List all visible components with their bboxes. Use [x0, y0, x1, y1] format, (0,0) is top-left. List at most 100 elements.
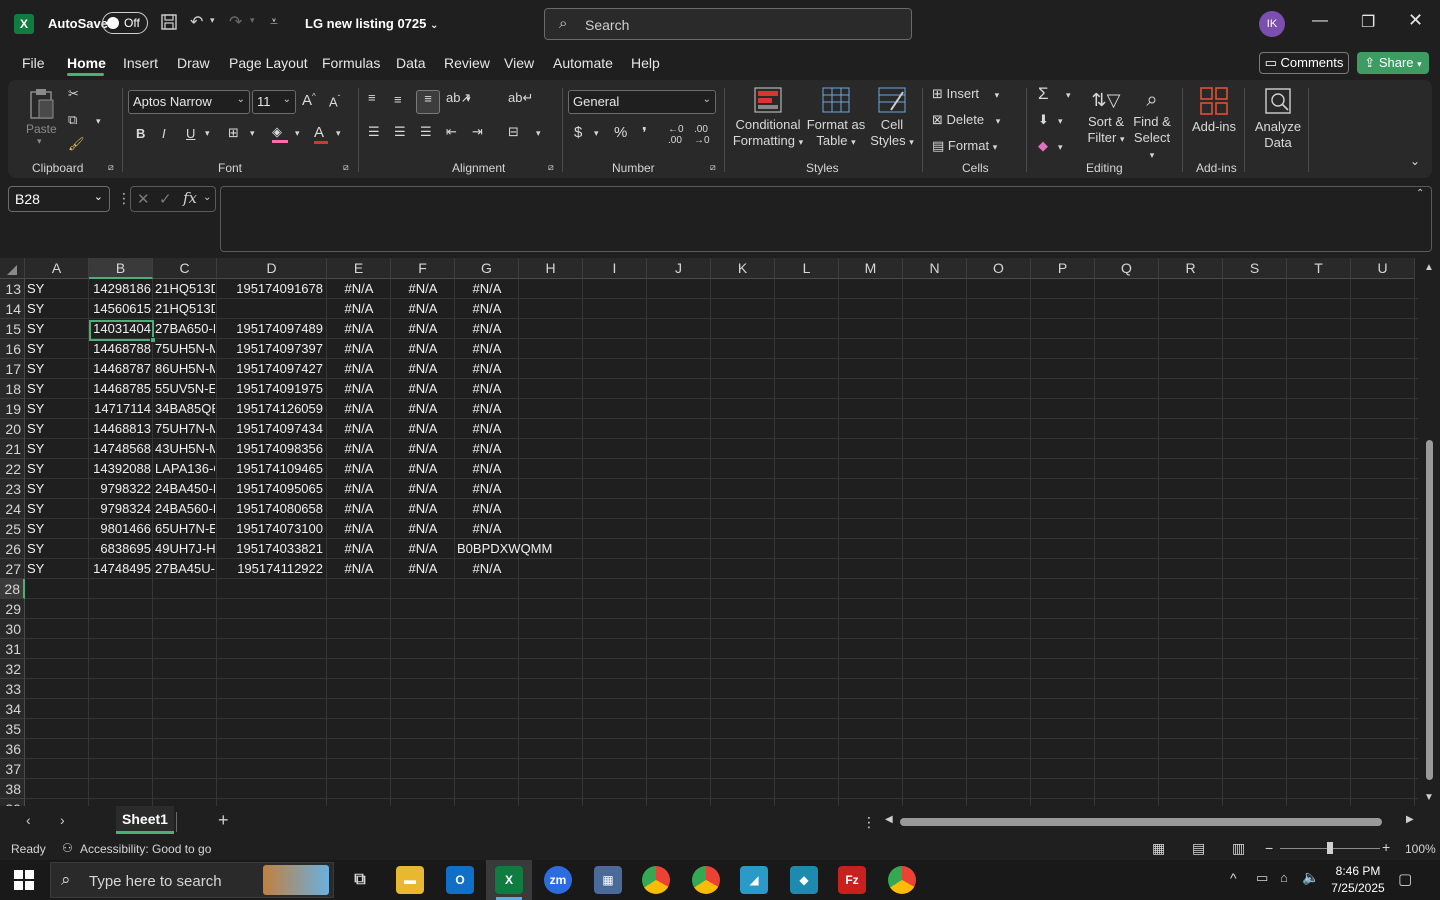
calculator-icon[interactable]: ▦ — [594, 866, 622, 894]
row-header[interactable]: 15 — [0, 319, 25, 339]
cell-c[interactable]: 65UH7N-E — [153, 519, 215, 539]
cancel-icon[interactable]: ✕ — [137, 190, 150, 208]
tab-view[interactable]: View — [504, 55, 534, 71]
cell-c[interactable]: 27BA45U-E — [153, 559, 215, 579]
cell-b[interactable]: 9801466 — [89, 519, 151, 539]
column-header[interactable]: M — [839, 258, 903, 279]
increase-font-icon[interactable]: A^ — [302, 92, 316, 109]
chevron-down-icon[interactable]: ▾ — [536, 128, 541, 139]
cell-c[interactable]: 34BA85QE — [153, 399, 215, 419]
cell-f[interactable]: #N/A — [391, 339, 453, 359]
cut-icon[interactable]: ✂ — [68, 86, 79, 102]
normal-view-icon[interactable]: ▦ — [1152, 840, 1165, 857]
cell-b[interactable]: 14468785 — [89, 379, 151, 399]
cell-f[interactable]: #N/A — [391, 319, 453, 339]
format-painter-icon[interactable]: 🖌 — [68, 136, 85, 152]
row-header[interactable]: 28 — [0, 579, 25, 599]
dialog-launcher-icon[interactable]: ⧄ — [108, 162, 114, 173]
windows-start-icon[interactable] — [14, 870, 34, 893]
tab-help[interactable]: Help — [631, 55, 660, 71]
cell-e[interactable]: #N/A — [327, 539, 389, 559]
decrease-indent-icon[interactable]: ⇤ — [446, 124, 457, 140]
column-header[interactable]: A — [25, 258, 89, 279]
cell-e[interactable]: #N/A — [327, 479, 389, 499]
column-header[interactable]: N — [903, 258, 967, 279]
row-header[interactable]: 18 — [0, 379, 25, 399]
cell-e[interactable]: #N/A — [327, 559, 389, 579]
cell-e[interactable]: #N/A — [327, 319, 389, 339]
redo-icon[interactable]: ↷ — [229, 12, 242, 32]
cell-e[interactable]: #N/A — [327, 279, 389, 299]
chrome-profile-icon[interactable] — [692, 866, 720, 894]
cell-f[interactable]: #N/A — [391, 279, 453, 299]
cell-g[interactable]: #N/A — [455, 359, 517, 379]
align-left-icon[interactable]: ☰ — [368, 124, 380, 140]
cell-d[interactable]: 195174097434 — [217, 419, 325, 439]
sheet-tab-sheet1[interactable]: Sheet1 — [116, 806, 174, 834]
row-header[interactable]: 14 — [0, 299, 25, 319]
cell-b[interactable]: 14560615 — [89, 299, 151, 319]
horizontal-scroll-thumb[interactable] — [900, 818, 1382, 826]
cell-f[interactable]: #N/A — [391, 479, 453, 499]
redo-dropdown-icon[interactable]: ▾ — [250, 15, 255, 26]
row-header[interactable]: 21 — [0, 439, 25, 459]
page-break-view-icon[interactable]: ▥ — [1232, 840, 1245, 857]
cell-a[interactable]: SY — [25, 399, 87, 419]
cell-g[interactable]: #N/A — [455, 459, 517, 479]
wrap-text-icon[interactable]: ab↵ — [508, 90, 533, 106]
cell-c[interactable]: 86UH5N-M — [153, 359, 215, 379]
cell-a[interactable]: SY — [25, 519, 87, 539]
autosum-icon[interactable]: Σ — [1038, 84, 1049, 104]
select-all-corner[interactable] — [0, 258, 25, 279]
cell-a[interactable]: SY — [25, 279, 87, 299]
customize-toolbar-icon[interactable]: ⩡ — [270, 13, 278, 30]
row-header[interactable]: 25 — [0, 519, 25, 539]
chevron-down-icon[interactable]: ▾ — [295, 128, 300, 139]
zoom-level[interactable]: 100% — [1405, 842, 1436, 856]
cell-d[interactable]: 195174097397 — [217, 339, 325, 359]
document-title[interactable]: LG new listing 0725 ⌄ — [305, 16, 438, 31]
worksheet-grid[interactable]: A B C D E F G H I J K L M N O P Q R S T U 13 SY 14298186 21HQ513… — [0, 258, 1418, 806]
scroll-right-icon[interactable]: ▶ — [1406, 814, 1414, 825]
cell-f[interactable]: #N/A — [391, 359, 453, 379]
cell-f[interactable]: #N/A — [391, 559, 453, 579]
cell-c[interactable]: 55UV5N-E — [153, 379, 215, 399]
chrome-icon[interactable] — [642, 866, 670, 894]
collapse-ribbon-icon[interactable]: ⌄ — [1410, 154, 1420, 168]
column-header[interactable]: U — [1351, 258, 1415, 279]
chevron-down-icon[interactable]: ▾ — [1066, 90, 1071, 101]
cell-a[interactable]: SY — [25, 319, 87, 339]
zoom-in-icon[interactable]: + — [1382, 839, 1390, 855]
cell-a[interactable]: SY — [25, 479, 87, 499]
column-header[interactable]: T — [1287, 258, 1351, 279]
cell-e[interactable]: #N/A — [327, 299, 389, 319]
cell-g[interactable]: #N/A — [455, 439, 517, 459]
row-header[interactable]: 17 — [0, 359, 25, 379]
cell-f[interactable]: #N/A — [391, 459, 453, 479]
row-header[interactable]: 38 — [0, 779, 25, 799]
cell-e[interactable]: #N/A — [327, 339, 389, 359]
row-header[interactable]: 37 — [0, 759, 25, 779]
addins-button[interactable]: Add-ins — [1190, 86, 1238, 135]
cell-d[interactable]: 195174080658 — [217, 499, 325, 519]
cell-c[interactable]: 24BA450-E — [153, 479, 215, 499]
cell-c[interactable]: 21HQ513D — [153, 299, 215, 319]
column-header[interactable]: S — [1223, 258, 1287, 279]
tab-data[interactable]: Data — [396, 55, 426, 71]
insert-function-icon[interactable]: fx — [183, 189, 197, 207]
column-header[interactable]: Q — [1095, 258, 1159, 279]
tab-automate[interactable]: Automate — [553, 55, 613, 71]
find-select-button[interactable]: ⌕ Find & Select ▾ — [1130, 86, 1174, 163]
cell-g[interactable]: #N/A — [455, 519, 517, 539]
cell-f[interactable]: #N/A — [391, 379, 453, 399]
comma-style-icon[interactable]: ❜ — [642, 124, 647, 142]
column-header[interactable]: I — [583, 258, 647, 279]
number-format-select[interactable]: General ⌄ — [568, 90, 716, 114]
minimize-icon[interactable]: — — [1312, 12, 1328, 30]
column-header[interactable]: D — [217, 258, 327, 279]
cell-a[interactable]: SY — [25, 499, 87, 519]
cell-g[interactable]: B0BPDXWQMM — [457, 539, 585, 559]
cell-d[interactable]: 195174073100 — [217, 519, 325, 539]
row-header[interactable]: 27 — [0, 559, 25, 579]
fill-color-icon[interactable]: ◈ — [272, 124, 288, 143]
